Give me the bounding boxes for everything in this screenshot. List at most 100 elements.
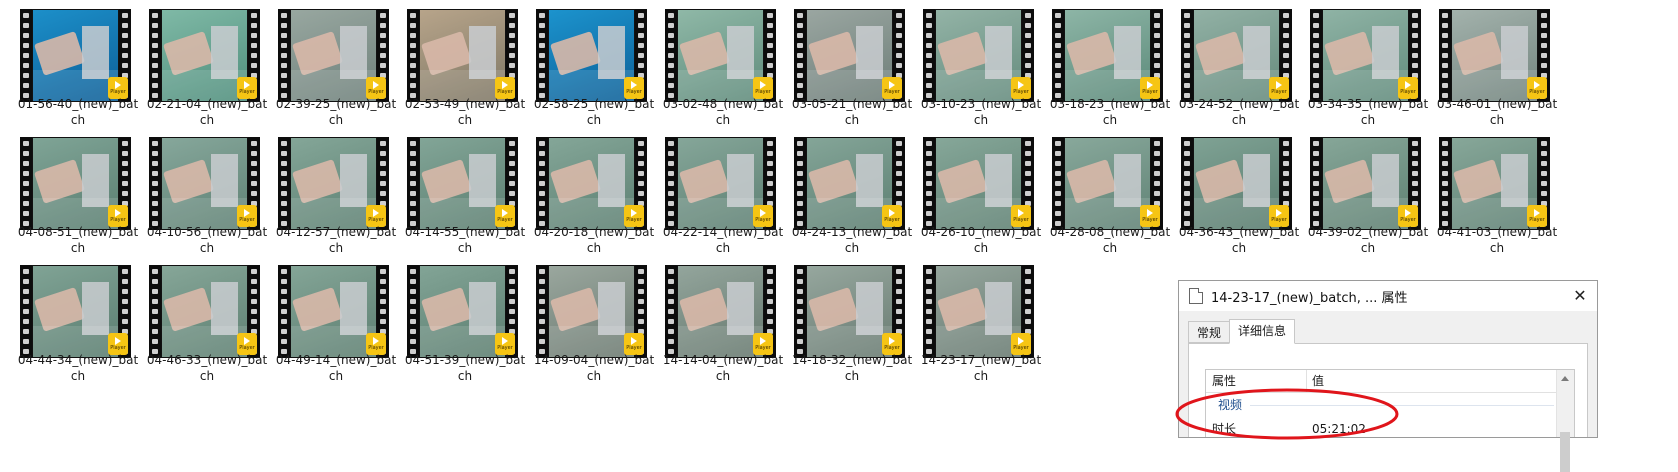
file-item[interactable]: Player 03-34-35_(new)_batch bbox=[1290, 0, 1428, 128]
tab-details[interactable]: 详细信息 bbox=[1229, 319, 1296, 344]
file-item[interactable]: Player 02-53-49_(new)_batch bbox=[387, 0, 525, 128]
file-item[interactable]: Player 04-39-02_(new)_batch bbox=[1290, 128, 1428, 256]
video-thumbnail[interactable]: Player bbox=[407, 137, 518, 230]
video-thumbnail[interactable]: Player bbox=[794, 137, 905, 230]
file-name[interactable]: 04-36-43_(new)_batch bbox=[1177, 224, 1301, 256]
video-thumbnail[interactable]: Player bbox=[1310, 137, 1421, 230]
video-thumbnail[interactable]: Player bbox=[794, 9, 905, 102]
file-name[interactable]: 04-08-51_(new)_batch bbox=[16, 224, 140, 256]
file-name[interactable]: 04-49-14_(new)_batch bbox=[274, 352, 398, 384]
file-name[interactable]: 04-14-55_(new)_batch bbox=[403, 224, 527, 256]
video-thumbnail[interactable]: Player bbox=[794, 265, 905, 358]
file-name[interactable]: 03-05-21_(new)_batch bbox=[790, 96, 914, 128]
video-thumbnail[interactable]: Player bbox=[149, 137, 260, 230]
file-name[interactable]: 01-56-40_(new)_batch bbox=[16, 96, 140, 128]
video-thumbnail[interactable]: Player bbox=[923, 265, 1034, 358]
video-thumbnail[interactable]: Player bbox=[1052, 9, 1163, 102]
file-item[interactable]: Player 04-49-14_(new)_batch bbox=[258, 256, 396, 384]
scroll-up-arrow-icon[interactable] bbox=[1561, 376, 1569, 381]
file-item[interactable]: Player 04-14-55_(new)_batch bbox=[387, 128, 525, 256]
file-name[interactable]: 04-10-56_(new)_batch bbox=[145, 224, 269, 256]
video-thumbnail[interactable]: Player bbox=[1439, 137, 1550, 230]
property-list[interactable]: 属性 值 视频 时长 05:21:02 bbox=[1205, 369, 1575, 472]
file-item[interactable]: Player 04-36-43_(new)_batch bbox=[1161, 128, 1299, 256]
file-item[interactable]: Player 14-14-04_(new)_batch bbox=[645, 256, 783, 384]
video-thumbnail[interactable]: Player bbox=[1181, 137, 1292, 230]
video-thumbnail[interactable]: Player bbox=[20, 137, 131, 230]
file-item[interactable]: Player 04-41-03_(new)_batch bbox=[1419, 128, 1557, 256]
file-item[interactable]: Player 03-18-23_(new)_batch bbox=[1032, 0, 1170, 128]
scrollbar-thumb[interactable] bbox=[1560, 432, 1570, 472]
file-name[interactable]: 03-46-01_(new)_batch bbox=[1435, 96, 1559, 128]
video-thumbnail[interactable]: Player bbox=[536, 265, 647, 358]
video-thumbnail[interactable]: Player bbox=[407, 265, 518, 358]
video-thumbnail[interactable]: Player bbox=[1181, 9, 1292, 102]
file-name[interactable]: 03-10-23_(new)_batch bbox=[919, 96, 1043, 128]
video-thumbnail[interactable]: Player bbox=[665, 9, 776, 102]
file-name[interactable]: 04-28-08_(new)_batch bbox=[1048, 224, 1172, 256]
file-name[interactable]: 02-53-49_(new)_batch bbox=[403, 96, 527, 128]
video-thumbnail[interactable]: Player bbox=[536, 137, 647, 230]
file-name[interactable]: 02-21-04_(new)_batch bbox=[145, 96, 269, 128]
file-name[interactable]: 04-22-14_(new)_batch bbox=[661, 224, 785, 256]
file-name[interactable]: 02-39-25_(new)_batch bbox=[274, 96, 398, 128]
file-item[interactable]: Player 03-10-23_(new)_batch bbox=[903, 0, 1041, 128]
file-name[interactable]: 04-24-13_(new)_batch bbox=[790, 224, 914, 256]
file-name[interactable]: 02-58-25_(new)_batch bbox=[532, 96, 656, 128]
video-thumbnail[interactable]: Player bbox=[407, 9, 518, 102]
file-item[interactable]: Player 02-21-04_(new)_batch bbox=[129, 0, 267, 128]
video-thumbnail[interactable]: Player bbox=[665, 137, 776, 230]
file-name[interactable]: 14-18-32_(new)_batch bbox=[790, 352, 914, 384]
file-name[interactable]: 03-34-35_(new)_batch bbox=[1306, 96, 1430, 128]
file-item[interactable]: Player 04-24-13_(new)_batch bbox=[774, 128, 912, 256]
column-header-property[interactable]: 属性 bbox=[1206, 370, 1307, 392]
file-item[interactable]: Player 04-26-10_(new)_batch bbox=[903, 128, 1041, 256]
file-name[interactable]: 03-18-23_(new)_batch bbox=[1048, 96, 1172, 128]
video-thumbnail[interactable]: Player bbox=[149, 265, 260, 358]
file-item[interactable]: Player 14-23-17_(new)_batch bbox=[903, 256, 1041, 384]
file-item[interactable]: Player 01-56-40_(new)_batch bbox=[0, 0, 138, 128]
file-item[interactable]: Player 04-20-18_(new)_batch bbox=[516, 128, 654, 256]
video-thumbnail[interactable]: Player bbox=[1310, 9, 1421, 102]
file-item[interactable]: Player 04-10-56_(new)_batch bbox=[129, 128, 267, 256]
file-item[interactable]: Player 03-02-48_(new)_batch bbox=[645, 0, 783, 128]
file-name[interactable]: 04-46-33_(new)_batch bbox=[145, 352, 269, 384]
file-name[interactable]: 04-39-02_(new)_batch bbox=[1306, 224, 1430, 256]
file-name[interactable]: 14-14-04_(new)_batch bbox=[661, 352, 785, 384]
video-thumbnail[interactable]: Player bbox=[536, 9, 647, 102]
file-name[interactable]: 03-02-48_(new)_batch bbox=[661, 96, 785, 128]
file-name[interactable]: 14-23-17_(new)_batch bbox=[919, 352, 1043, 384]
file-item[interactable]: Player 02-39-25_(new)_batch bbox=[258, 0, 396, 128]
video-thumbnail[interactable]: Player bbox=[1052, 137, 1163, 230]
vertical-scrollbar[interactable] bbox=[1556, 370, 1574, 472]
file-item[interactable]: Player 03-05-21_(new)_batch bbox=[774, 0, 912, 128]
video-thumbnail[interactable]: Player bbox=[665, 265, 776, 358]
video-thumbnail[interactable]: Player bbox=[1439, 9, 1550, 102]
video-thumbnail[interactable]: Player bbox=[20, 265, 131, 358]
file-item[interactable]: Player 02-58-25_(new)_batch bbox=[516, 0, 654, 128]
file-item[interactable]: Player 03-24-52_(new)_batch bbox=[1161, 0, 1299, 128]
file-item[interactable]: Player 14-09-04_(new)_batch bbox=[516, 256, 654, 384]
file-name[interactable]: 04-41-03_(new)_batch bbox=[1435, 224, 1559, 256]
file-item[interactable]: Player 04-28-08_(new)_batch bbox=[1032, 128, 1170, 256]
close-button[interactable]: ✕ bbox=[1569, 285, 1591, 307]
file-name[interactable]: 04-26-10_(new)_batch bbox=[919, 224, 1043, 256]
file-item[interactable]: Player 04-22-14_(new)_batch bbox=[645, 128, 783, 256]
file-name[interactable]: 04-51-39_(new)_batch bbox=[403, 352, 527, 384]
video-thumbnail[interactable]: Player bbox=[278, 137, 389, 230]
column-header-value[interactable]: 值 bbox=[1306, 370, 1324, 392]
file-item[interactable]: Player 03-46-01_(new)_batch bbox=[1419, 0, 1557, 128]
dialog-title-bar[interactable]: 14-23-17_(new)_batch, ... 属性 bbox=[1179, 281, 1597, 311]
property-row-duration[interactable]: 时长 05:21:02 bbox=[1206, 418, 1554, 440]
video-thumbnail[interactable]: Player bbox=[278, 265, 389, 358]
tab-general[interactable]: 常规 bbox=[1188, 321, 1231, 343]
video-thumbnail[interactable]: Player bbox=[149, 9, 260, 102]
file-name[interactable]: 04-12-57_(new)_batch bbox=[274, 224, 398, 256]
file-name[interactable]: 14-09-04_(new)_batch bbox=[532, 352, 656, 384]
video-thumbnail[interactable]: Player bbox=[923, 9, 1034, 102]
file-name[interactable]: 03-24-52_(new)_batch bbox=[1177, 96, 1301, 128]
file-item[interactable]: Player 04-08-51_(new)_batch bbox=[0, 128, 138, 256]
file-item[interactable]: Player 04-51-39_(new)_batch bbox=[387, 256, 525, 384]
video-thumbnail[interactable]: Player bbox=[278, 9, 389, 102]
file-name[interactable]: 04-44-34_(new)_batch bbox=[16, 352, 140, 384]
